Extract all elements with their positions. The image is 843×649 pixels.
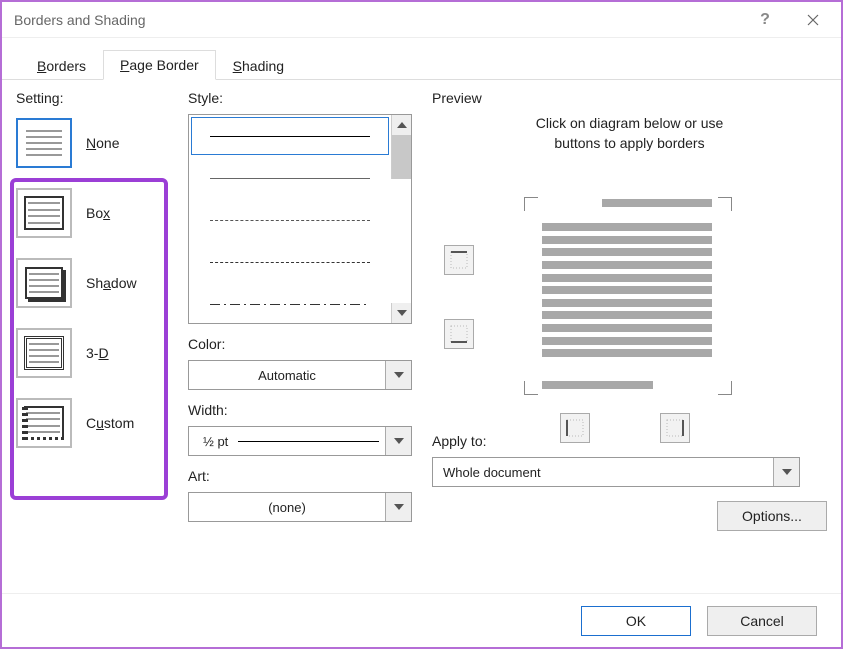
style-label: Style: [188,90,420,106]
color-label: Color: [188,336,420,352]
options-button[interactable]: Options... [717,501,827,531]
width-caret-icon [385,427,411,455]
color-combo[interactable]: Automatic [188,360,412,390]
width-combo[interactable]: ½ pt [188,426,412,456]
window-buttons: ? [743,5,835,35]
setting-box-thumb [16,188,72,238]
tab-shading[interactable]: Shading [216,51,301,80]
art-caret-icon [385,493,411,521]
preview-hint: Click on diagram below or use buttons to… [442,114,817,153]
style-dash-small[interactable] [189,199,391,241]
help-button[interactable]: ? [743,5,787,35]
setting-custom-label: Custom [86,415,134,431]
close-button[interactable] [791,5,835,35]
style-scroll-down[interactable] [391,303,411,323]
tab-borders[interactable]: Borders [20,51,103,80]
setting-none[interactable]: None [16,118,176,168]
dialog-borders-shading: Borders and Shading ? Borders Page Borde… [0,0,843,649]
style-thin[interactable] [189,157,391,199]
apply-to-combo[interactable]: Whole document [432,457,800,487]
setting-3d-thumb [16,328,72,378]
style-solid[interactable] [189,115,391,157]
style-scroll-up[interactable] [391,115,411,135]
dialog-footer: OK Cancel [2,593,841,647]
titlebar: Borders and Shading ? [2,2,841,38]
border-top-button[interactable] [444,245,474,275]
style-listbox[interactable] [188,114,412,324]
corner-mark-icon [524,197,538,211]
color-caret-icon [385,361,411,389]
art-value: (none) [189,500,385,515]
corner-mark-icon [524,381,538,395]
style-column: Style: Color: [188,90,420,593]
corner-mark-icon [718,381,732,395]
window-title: Borders and Shading [14,12,146,28]
setting-label: Setting: [16,90,176,106]
width-preview-line [228,441,385,442]
setting-custom-thumb [16,398,72,448]
apply-caret-icon [773,458,799,486]
ok-button[interactable]: OK [581,606,691,636]
preview-hint-line1: Click on diagram below or use [442,114,817,134]
tab-page-border[interactable]: Page Border [103,50,216,80]
art-combo[interactable]: (none) [188,492,412,522]
dialog-content: Setting: None Box [2,80,841,593]
width-value: ½ pt [189,434,228,449]
style-scroll-thumb[interactable] [391,135,411,179]
setting-shadow-label: Shadow [86,275,137,291]
setting-list: None Box Shadow [16,114,176,448]
cancel-button[interactable]: Cancel [707,606,817,636]
preview-area [432,165,827,425]
apply-to-group: Apply to: Whole document [432,433,827,487]
corner-mark-icon [718,197,732,211]
setting-shadow[interactable]: Shadow [16,258,176,308]
page-preview[interactable] [542,213,712,373]
preview-column: Preview Click on diagram below or use bu… [432,90,827,593]
border-right-button[interactable] [660,413,690,443]
setting-none-label: None [86,135,119,151]
style-dash-medium[interactable] [189,241,391,283]
apply-to-value: Whole document [433,465,773,480]
setting-box-label: Box [86,205,110,221]
art-label: Art: [188,468,420,484]
setting-3d[interactable]: 3-D [16,328,176,378]
setting-custom[interactable]: Custom [16,398,176,448]
width-label: Width: [188,402,420,418]
border-left-button[interactable] [560,413,590,443]
setting-column: Setting: None Box [16,90,176,593]
style-options [189,115,391,323]
preview-label: Preview [432,90,827,106]
tabs: Borders Page Border Shading [2,48,841,80]
setting-shadow-thumb [16,258,72,308]
setting-none-thumb [16,118,72,168]
border-bottom-button[interactable] [444,319,474,349]
preview-hint-line2: buttons to apply borders [442,134,817,154]
setting-box[interactable]: Box [16,188,176,238]
color-value: Automatic [189,368,385,383]
style-dashdot[interactable] [189,283,391,323]
setting-3d-label: 3-D [86,345,109,361]
apply-to-label: Apply to: [432,433,827,449]
